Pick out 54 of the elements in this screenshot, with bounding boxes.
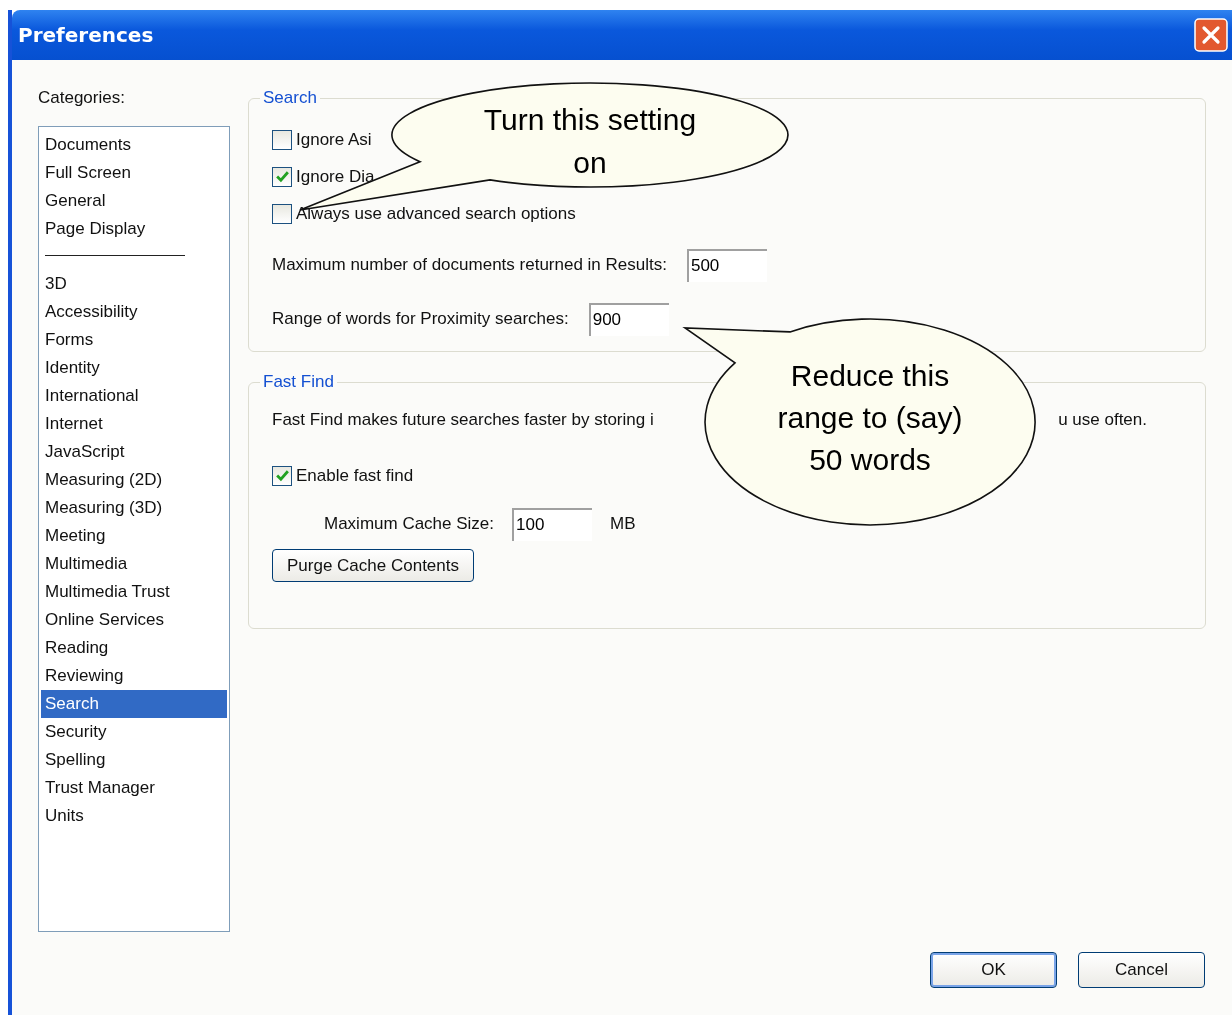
checkbox-label: Always use advanced search options — [296, 203, 576, 224]
checkbox-label: Enable fast find — [296, 465, 414, 486]
input-field[interactable]: 500 — [686, 248, 767, 282]
purge-button[interactable]: Purge Cache Contents — [272, 549, 474, 582]
checkbox-label: Ignore Dia — [296, 166, 375, 187]
description-text: u use often. — [1058, 410, 1147, 430]
checkbox[interactable] — [272, 129, 292, 150]
category-item[interactable]: Identity — [41, 354, 227, 382]
category-item[interactable]: Accessibility — [41, 298, 227, 326]
category-item[interactable]: Search — [41, 690, 227, 718]
category-item[interactable]: Units — [41, 802, 227, 830]
category-item[interactable]: International — [41, 382, 227, 410]
category-item[interactable]: Full Screen — [41, 159, 227, 187]
categories-label: Categories: — [38, 87, 126, 109]
category-item[interactable]: Reading — [41, 634, 227, 662]
callout-text: Turn this setting — [482, 102, 698, 138]
unit-label: MB — [610, 514, 636, 534]
field-label: Maximum Cache Size: — [324, 514, 495, 534]
category-item[interactable]: Security — [41, 718, 227, 746]
window-title: Preferences — [18, 23, 154, 47]
category-item[interactable]: Internet — [41, 410, 227, 438]
checkbox[interactable] — [272, 166, 292, 187]
category-item[interactable]: Spelling — [41, 746, 227, 774]
category-item[interactable]: General — [41, 187, 227, 215]
close-icon[interactable] — [1194, 18, 1228, 52]
section-title: Fast Find — [262, 372, 335, 392]
checkbox[interactable] — [272, 203, 292, 224]
checkbox[interactable] — [272, 465, 292, 486]
category-item[interactable]: Meeting — [41, 522, 227, 550]
input-field[interactable]: 100 — [512, 507, 593, 541]
callout-text: range to (say) — [776, 400, 964, 436]
category-item[interactable]: Reviewing — [41, 662, 227, 690]
dialog-button[interactable]: OK — [930, 952, 1057, 988]
checkbox-label: Ignore Asi — [296, 129, 372, 150]
input-field[interactable]: 900 — [588, 302, 669, 336]
callout-text: Reduce this — [789, 358, 951, 394]
category-item[interactable]: Measuring (2D) — [41, 466, 227, 494]
category-item[interactable]: Documents — [41, 131, 227, 159]
category-item[interactable]: Online Services — [41, 606, 227, 634]
category-item[interactable]: Forms — [41, 326, 227, 354]
category-item[interactable]: Page Display — [41, 215, 227, 243]
category-item[interactable]: Measuring (3D) — [41, 494, 227, 522]
callout-text: on — [572, 145, 608, 181]
category-item[interactable]: Multimedia Trust — [41, 578, 227, 606]
category-item[interactable]: JavaScript — [41, 438, 227, 466]
section-title: Search — [262, 88, 318, 108]
category-item[interactable]: Trust Manager — [41, 774, 227, 802]
callout-text: 50 words — [808, 442, 932, 478]
dialog-button[interactable]: Cancel — [1078, 952, 1205, 988]
category-item[interactable]: Multimedia — [41, 550, 227, 578]
field-label: Range of words for Proximity searches: — [272, 309, 569, 329]
category-item[interactable]: 3D — [41, 270, 227, 298]
field-label: Maximum number of documents returned in Results: — [272, 255, 667, 275]
description-text: Fast Find makes future searches faster by storing i — [272, 410, 654, 430]
